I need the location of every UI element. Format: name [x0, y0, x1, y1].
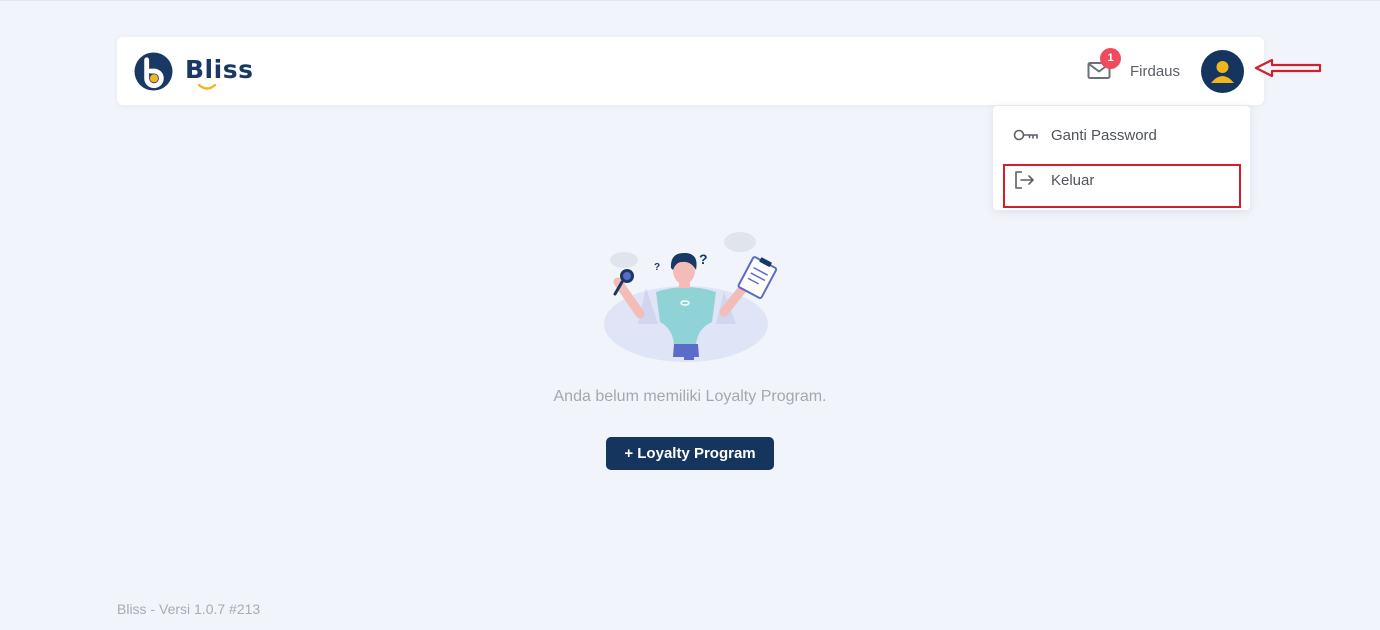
user-avatar-button[interactable]	[1201, 50, 1244, 93]
user-avatar-icon	[1211, 61, 1234, 83]
menu-item-label: Ganti Password	[1051, 126, 1157, 144]
confused-person-illustration: ? ?	[604, 232, 778, 362]
top-border	[0, 0, 1380, 1]
svg-text:?: ?	[699, 251, 708, 267]
left-arrow-icon	[1254, 58, 1322, 78]
svg-text:?: ?	[654, 262, 660, 273]
top-navbar: Bliss 1 Firdaus	[117, 37, 1264, 105]
notification-count-badge: 1	[1100, 48, 1121, 69]
menu-item-change-password[interactable]: Ganti Password	[993, 115, 1250, 155]
logout-highlight-box	[1003, 164, 1241, 208]
key-icon	[1013, 129, 1038, 141]
bliss-logo-icon	[134, 51, 173, 91]
logo-smile-icon	[198, 84, 216, 90]
brand-logo[interactable]: Bliss	[134, 51, 253, 91]
empty-state-message: Anda belum memiliki Loyalty Program.	[553, 388, 827, 405]
user-name[interactable]: Firdaus	[1130, 63, 1180, 80]
brand-name: Bliss	[185, 54, 254, 84]
version-footer: Bliss - Versi 1.0.7 #213	[117, 601, 261, 617]
add-loyalty-program-button[interactable]: + Loyalty Program	[606, 437, 774, 470]
